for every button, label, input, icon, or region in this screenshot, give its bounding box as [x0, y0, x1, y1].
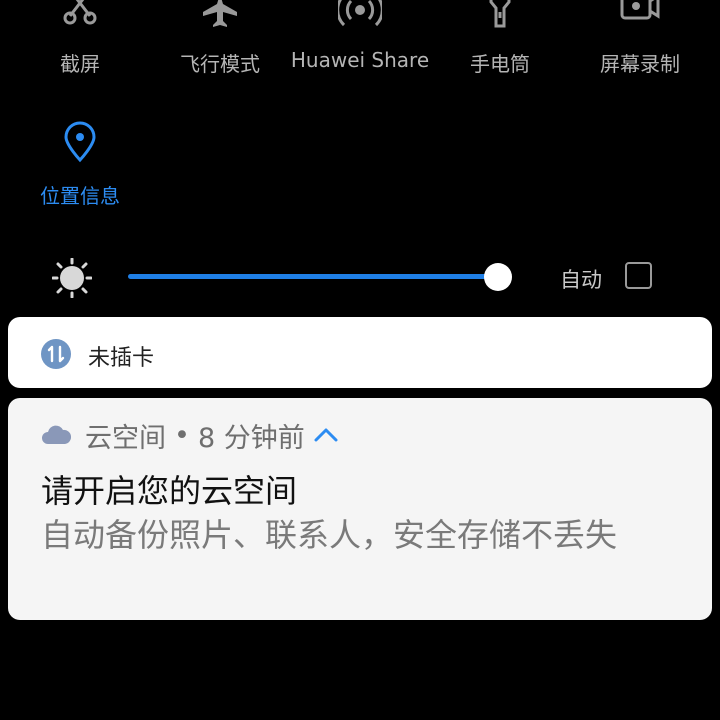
- notification-time: 8 分钟前: [197, 422, 305, 454]
- chevron-up-icon[interactable]: [313, 425, 339, 445]
- tile-screenshot-label: 截屏: [60, 52, 100, 76]
- tile-location-label: 位置信息: [40, 184, 120, 208]
- notification-header: 云空间 • 8 分钟前: [41, 418, 339, 454]
- airplane-icon: [203, 0, 237, 27]
- brightness-icon: [52, 258, 92, 298]
- flashlight-icon: [489, 0, 511, 28]
- cloud-icon: [42, 425, 71, 444]
- data-transfer-icon: [41, 339, 71, 369]
- notification-title: 请开启您的云空间: [41, 472, 298, 510]
- screen-record-icon: [620, 0, 660, 20]
- location-icon: [64, 121, 96, 163]
- tile-airplane-mode-label: 飞行模式: [180, 52, 260, 76]
- notification-app-name: 云空间: [85, 422, 166, 454]
- auto-brightness-checkbox[interactable]: [625, 262, 652, 289]
- no-sim-notification[interactable]: 未插卡: [8, 317, 712, 388]
- no-sim-label: 未插卡: [88, 346, 155, 371]
- screenshot-icon: [63, 0, 97, 25]
- brightness-slider-thumb[interactable]: [484, 263, 513, 291]
- notification-separator: •: [174, 419, 190, 451]
- brightness-slider-track[interactable]: [128, 274, 502, 279]
- notification-shade: 截屏 飞行模式 Huawei Share 手电筒 屏幕录制 位置信息 自动 未插…: [0, 0, 720, 720]
- tile-flashlight-label: 手电筒: [470, 52, 530, 76]
- huawei-share-icon: [338, 0, 382, 27]
- tile-huawei-share-label: Huawei Share: [290, 48, 430, 72]
- cloud-notification[interactable]: 云空间 • 8 分钟前 请开启您的云空间 自动备份照片、联系人，安全存储不丢失: [8, 398, 712, 620]
- notification-body: 自动备份照片、联系人，安全存储不丢失: [41, 516, 618, 554]
- auto-brightness-label: 自动: [560, 268, 602, 292]
- tile-screen-record-label: 屏幕录制: [600, 52, 680, 76]
